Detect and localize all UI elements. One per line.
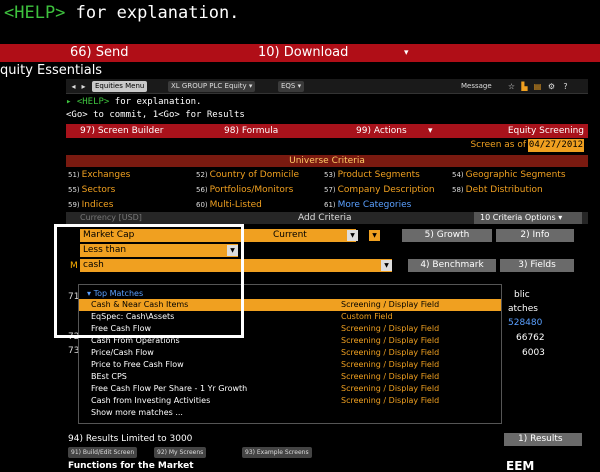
match-count: 6003	[522, 348, 545, 358]
matches-header: atches	[508, 304, 538, 314]
tab-equities-menu[interactable]: Equities Menu	[92, 81, 148, 92]
document-icon[interactable]: ▤	[532, 81, 543, 92]
add-criteria-title: Add Criteria	[298, 213, 352, 223]
search-dropdown-icon[interactable]: ▼	[381, 260, 392, 271]
criteria-more-categories[interactable]: 61) More Categories	[324, 199, 411, 211]
show-more-matches-link[interactable]: Show more matches ...	[79, 407, 501, 419]
criteria-geographic-segments[interactable]: 54) Geographic Segments	[452, 169, 566, 181]
fields-button[interactable]: 3) Fields	[500, 259, 574, 272]
add-criteria-header: Currency [USD] Add Criteria 10 Criteria …	[66, 212, 588, 224]
results-row: 94) Results Limited to 3000 1) Results	[66, 433, 588, 446]
criteria-company-description[interactable]: 57) Company Description	[324, 184, 435, 196]
field-search-input[interactable]: cash	[80, 259, 392, 272]
growth-button[interactable]: 5) Growth	[402, 229, 492, 242]
criteria-options-button[interactable]: 10 Criteria Options ▾	[474, 212, 582, 224]
currency-label[interactable]: Currency [USD]	[80, 212, 142, 224]
criteria-country[interactable]: 52) Country of Domicile	[196, 169, 299, 181]
forward-arrow-icon[interactable]: ▸	[78, 81, 89, 92]
screen-date-field[interactable]: 04/27/2012	[528, 139, 584, 152]
benchmark-button[interactable]: 4) Benchmark	[408, 259, 496, 272]
criteria-debt-distribution[interactable]: 58) Debt Distribution	[452, 184, 543, 196]
match-item[interactable]: Cash From Operations Screening / Display …	[79, 335, 501, 347]
help-text: for explanation.	[65, 3, 240, 23]
field-select[interactable]: Market Cap	[80, 229, 272, 242]
criteria-product-segments[interactable]: 53) Product Segments	[324, 169, 420, 181]
formula-button[interactable]: 98) Formula	[224, 124, 278, 138]
criteria-multi-listed[interactable]: 60) Multi-Listed	[196, 199, 262, 211]
tab-my-screens[interactable]: 92) My Screens	[154, 447, 207, 458]
match-item[interactable]: EqSpec: Cash\Assets Custom Field	[79, 311, 501, 323]
criteria-indices[interactable]: 59) Indices	[68, 199, 113, 211]
send-button[interactable]: 66) Send	[70, 44, 129, 62]
match-item[interactable]: Cash from Investing Activities Screening …	[79, 395, 501, 407]
public-header: blic	[514, 290, 530, 300]
download-caret-icon[interactable]: ▾	[404, 44, 409, 62]
m-label: M	[70, 261, 78, 271]
tab-build-edit-screen[interactable]: 91) Build/Edit Screen	[68, 447, 138, 458]
criteria-exchanges[interactable]: 51) Exchanges	[68, 169, 130, 181]
results-limit-label: 94) Results Limited to 3000	[68, 434, 193, 444]
outer-toolbar: 66) Send 10) Download ▾	[0, 44, 600, 62]
tab-example-screens[interactable]: 93) Example Screens	[242, 447, 312, 458]
match-count: 66762	[516, 333, 545, 343]
top-matches-header: ▾ Top Matches	[87, 289, 144, 298]
actions-caret-icon[interactable]: ▾	[428, 124, 433, 138]
actions-button[interactable]: 99) Actions	[356, 124, 407, 138]
help-icon[interactable]: ?	[560, 81, 571, 92]
criteria-portfolios[interactable]: 56) Portfolios/Monitors	[196, 184, 293, 196]
match-item[interactable]: Free Cash Flow Screening / Display Field	[79, 323, 501, 335]
cmd-help-text: for explanation.	[109, 97, 202, 107]
command-hint: <Go> to commit, 1<Go> for Results	[66, 110, 245, 120]
screening-toolbar: 97) Screen Builder 98) Formula 99) Actio…	[66, 124, 588, 138]
operator-select[interactable]: Less than	[80, 244, 238, 257]
bottom-tab-bar: 91) Build/Edit Screen 92) My Screens 93)…	[66, 447, 588, 459]
help-key: <HELP>	[4, 3, 66, 23]
autocomplete-dropdown: ▾ Top Matches Cash & Near Cash Items Scre…	[78, 284, 502, 424]
period-extra-dropdown-icon[interactable]: ▼	[369, 230, 380, 241]
tab-company[interactable]: XL GROUP PLC Equity ▾	[168, 81, 256, 92]
star-icon[interactable]: ☆	[506, 81, 517, 92]
outer-window-title: quity Essentials	[0, 63, 103, 78]
message-button[interactable]: Message	[458, 81, 495, 92]
functions-heading: Functions for the Market	[68, 461, 194, 471]
outer-help-line: <HELP> for explanation.	[4, 2, 239, 26]
info-button[interactable]: 2) Info	[496, 229, 574, 242]
match-item[interactable]: Price to Free Cash Flow Screening / Displ…	[79, 359, 501, 371]
period-dropdown-icon[interactable]: ▼	[347, 230, 358, 241]
screen-builder-button[interactable]: 97) Screen Builder	[80, 124, 163, 138]
download-button[interactable]: 10) Download	[258, 44, 348, 62]
period-select[interactable]: Current	[270, 229, 356, 242]
window-tab-bar: ◂ ▸ Equities Menu XL GROUP PLC Equity ▾ …	[66, 79, 588, 94]
match-item[interactable]: Free Cash Flow Per Share - 1 Yr Growth Sc…	[79, 383, 501, 395]
tab-function[interactable]: EQS ▾	[278, 81, 305, 92]
command-line[interactable]: ▸ <HELP> for explanation.	[66, 96, 496, 109]
brand-logo: EEM	[506, 459, 535, 472]
screen-as-of-label: Screen as of	[470, 140, 526, 150]
cmd-help-key: <HELP>	[76, 97, 110, 107]
results-button[interactable]: 1) Results	[504, 433, 582, 446]
equity-screening-window: ◂ ▸ Equities Menu XL GROUP PLC Equity ▾ …	[66, 79, 588, 472]
criteria-sectors[interactable]: 55) Sectors	[68, 184, 115, 196]
screen-as-of-row: Screen as of 04/27/2012	[66, 138, 588, 153]
match-item[interactable]: Price/Cash Flow Screening / Display Field	[79, 347, 501, 359]
operator-dropdown-icon[interactable]: ▼	[227, 245, 238, 256]
equity-screening-title: Equity Screening	[507, 126, 584, 136]
universe-criteria-header: Universe Criteria	[66, 155, 588, 167]
match-count[interactable]: 528480	[508, 317, 542, 329]
match-item[interactable]: Cash & Near Cash Items Screening / Displa…	[79, 299, 501, 311]
cmd-prompt-icon: ▸	[66, 97, 77, 107]
match-item[interactable]: BEst CPS Screening / Display Field	[79, 371, 501, 383]
chart-icon[interactable]: ▙	[519, 81, 530, 92]
gear-icon[interactable]: ⚙	[546, 81, 557, 92]
